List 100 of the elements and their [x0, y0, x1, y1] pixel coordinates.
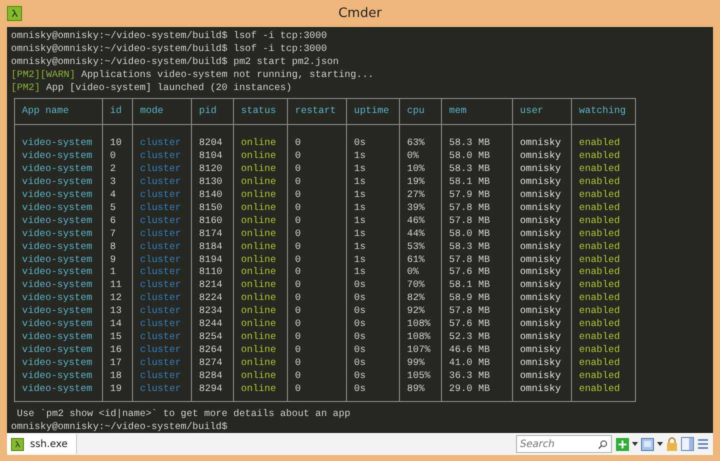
monitor-icon[interactable] — [641, 438, 654, 450]
table-cell: 89% — [407, 382, 425, 394]
app-icon — [7, 6, 22, 21]
menu-icon[interactable] — [697, 438, 709, 450]
table-cell: 57.9 MB — [449, 188, 490, 200]
table-cell: cluster — [140, 214, 181, 226]
table-cell: enabled — [579, 254, 620, 265]
table-cell: enabled — [579, 279, 620, 290]
table-cell: 1s — [354, 214, 366, 226]
table-cell: 58.9 MB — [449, 292, 490, 304]
table-cell: omnisky — [520, 330, 561, 342]
table-cell: video-system — [22, 150, 92, 162]
table-cell: 8110 — [199, 266, 222, 278]
table-cell: video-system — [22, 370, 92, 381]
search-input[interactable]: Search — [520, 438, 598, 450]
table-cell: 0s — [354, 330, 366, 342]
table-cell: enabled — [579, 163, 620, 174]
table-cell: 0 — [295, 266, 301, 278]
table-cell: omnisky — [520, 163, 561, 174]
table-cell: online — [241, 163, 276, 174]
table-cell: 8214 — [199, 279, 222, 290]
table-cell: cluster — [140, 228, 181, 239]
table-cell: enabled — [579, 150, 620, 162]
table-cell: 46.6 MB — [449, 344, 490, 355]
table-cell: 57.8 MB — [449, 254, 490, 265]
table-cell: 0 — [295, 305, 301, 316]
table-cell: 17 — [110, 356, 122, 368]
table-cell: online — [241, 240, 276, 252]
table-cell: enabled — [579, 356, 620, 368]
table-cell: 0 — [295, 137, 301, 148]
column-header: status — [234, 98, 288, 125]
table-cell: 0 — [295, 356, 301, 368]
table-cell: 58.0 MB — [449, 228, 490, 239]
command-text: lsof -i tcp:3000 — [233, 30, 327, 43]
table-cell: 8120 — [199, 163, 222, 174]
table-cell: 0 — [295, 292, 301, 304]
table-cell: online — [241, 202, 276, 213]
table-cell: omnisky — [520, 305, 561, 316]
table-cell: 0 — [110, 150, 116, 162]
table-cell: 57.6 MB — [449, 318, 490, 330]
table-cell: 0 — [295, 176, 301, 188]
table-cell: enabled — [579, 370, 620, 381]
table-cell: 57.6 MB — [449, 266, 490, 278]
table-cell: enabled — [579, 292, 620, 304]
table-cell: cluster — [140, 318, 181, 330]
table-cell: video-system — [22, 318, 92, 330]
table-cell: 8274 — [199, 356, 222, 368]
table-cell: 57.8 MB — [449, 305, 490, 316]
table-cell: 0s — [354, 356, 366, 368]
table-cell: 108% — [407, 330, 430, 342]
prompt-text: omnisky@omnisky:~/video-system/build$ — [11, 56, 228, 69]
caret-icon[interactable] — [632, 442, 638, 446]
table-cell: 8140 — [199, 188, 222, 200]
table-cell: enabled — [579, 318, 620, 330]
panel-icon[interactable] — [681, 437, 694, 451]
table-cell: 8 — [110, 240, 116, 252]
table-cell: cluster — [140, 382, 181, 394]
table-cell: 0 — [295, 163, 301, 174]
table-cell: cluster — [140, 330, 181, 342]
table-cell: cluster — [140, 344, 181, 355]
command-text: lsof -i tcp:3000 — [233, 42, 327, 56]
table-cell: enabled — [579, 188, 620, 200]
table-cell: video-system — [22, 137, 92, 148]
table-cell: 8284 — [199, 370, 222, 381]
console-tab[interactable]: ssh.exe — [7, 434, 77, 454]
log-tag: [PM2] — [11, 68, 40, 82]
column-header: pid — [192, 98, 234, 125]
table-cell: enabled — [579, 137, 620, 148]
table-cell: 58.3 MB — [449, 240, 490, 252]
table-cell: 8204 — [199, 137, 222, 148]
table-cell: 4 — [110, 188, 116, 200]
table-cell: video-system — [22, 228, 92, 239]
table-cell: 0% — [407, 150, 419, 162]
table-cell: video-system — [22, 382, 92, 394]
caret-icon[interactable] — [657, 442, 663, 446]
table-cell: 0 — [295, 214, 301, 226]
table-cell: enabled — [579, 266, 620, 278]
table-cell: 8244 — [199, 318, 222, 330]
table-cell: omnisky — [520, 228, 561, 239]
table-cell: 10% — [407, 163, 425, 174]
window-title: Cmder — [338, 6, 382, 21]
table-cell: 0 — [295, 330, 301, 342]
table-cell: 0 — [295, 318, 301, 330]
table-cell: omnisky — [520, 214, 561, 226]
column-header: restart — [288, 98, 346, 125]
hint-text: Use `pm2 show <id|name>` to get more details about an app — [16, 408, 350, 422]
table-cell: 1s — [354, 176, 366, 188]
app-icon — [11, 438, 24, 450]
table-cell: 8224 — [199, 292, 222, 304]
log-tag: [WARN] — [40, 68, 76, 82]
search-icon[interactable] — [598, 438, 608, 450]
table-cell: 19 — [110, 382, 122, 394]
table-cell: enabled — [579, 228, 620, 239]
table-cell: 82% — [407, 292, 425, 304]
table-cell: 1s — [354, 202, 366, 213]
table-cell: 9 — [110, 254, 116, 265]
table-cell: 0s — [354, 370, 366, 381]
table-cell: 58.0 MB — [449, 150, 490, 162]
search-field[interactable]: Search — [516, 435, 612, 453]
table-cell: 36.3 MB — [449, 370, 490, 381]
